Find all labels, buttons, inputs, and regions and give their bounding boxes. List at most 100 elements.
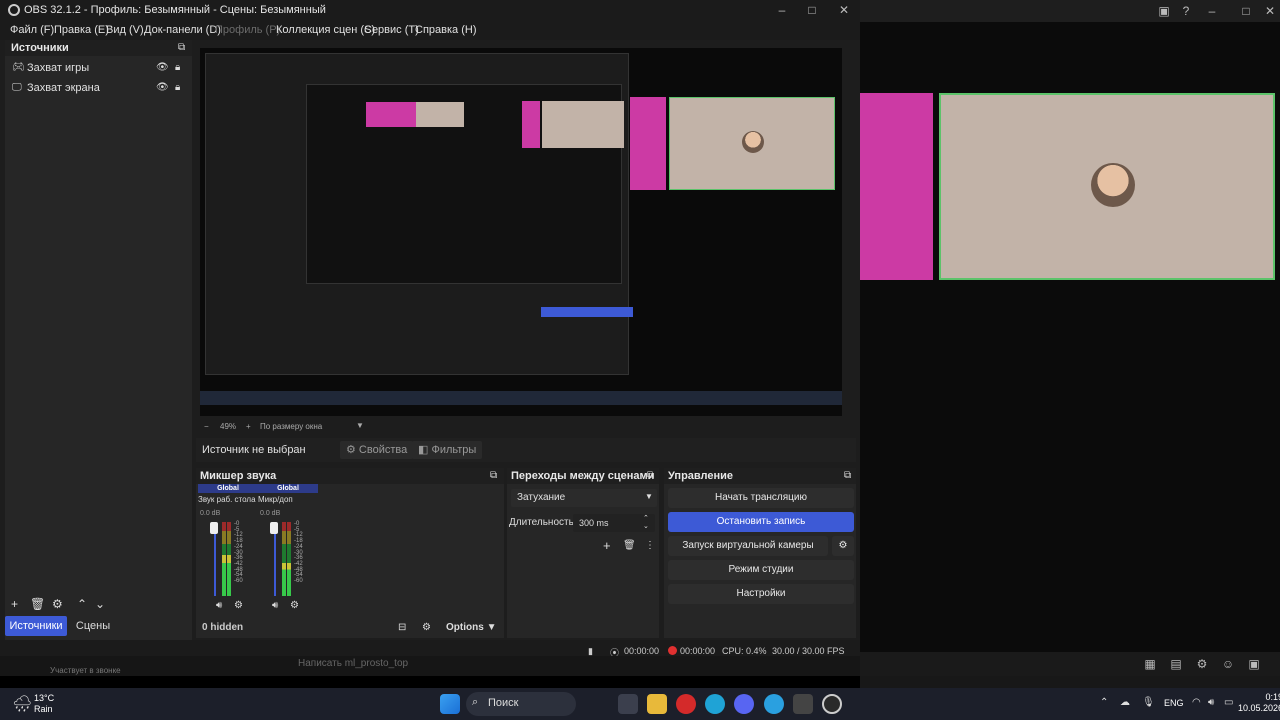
zoom-in-icon[interactable]: + [246,422,251,431]
taskbar-search[interactable]: ⌕ Поиск [466,692,576,716]
options-button[interactable]: Options ▼ [446,622,496,633]
layout-icon[interactable]: ⊟ [398,622,406,633]
close-icon[interactable]: ✕ [1262,3,1278,19]
undock-icon[interactable]: ⧉ [178,42,185,53]
lock-icon[interactable]: 🔒︎ [175,82,180,93]
mic-icon[interactable]: 🎙︎ [1142,697,1155,708]
audio-mixer-dock: Микшер звука ⧉ Global Звук раб. стола 0.… [196,468,504,638]
settings-button[interactable]: Настройки [668,584,854,604]
undock-icon[interactable]: ⧉ [844,470,851,481]
volume-icon[interactable]: 🔊︎ [1208,697,1214,708]
minimize-icon[interactable]: – [1204,3,1220,19]
more-icon[interactable]: ⋮ [645,540,655,551]
telegram-icon[interactable] [764,694,784,714]
discord-icon[interactable] [734,694,754,714]
menu-view[interactable]: Вид (V) [106,24,144,36]
tab-sources[interactable]: Источники [5,616,67,636]
properties-button[interactable]: ⚙ Свойства [340,441,414,459]
message-input[interactable]: Написать ml_prosto_top [298,658,408,669]
eye-icon[interactable]: 👁︎ [156,62,169,73]
gear-icon[interactable]: ⚙ [422,622,431,633]
gear-icon[interactable]: ⚙ [52,597,63,611]
app-menu-icon[interactable]: ▣ [1156,3,1172,19]
network-icon[interactable]: ☁ [1120,697,1130,708]
help-icon[interactable]: ? [1178,3,1194,19]
studio-mode-button[interactable]: Режим студии [668,560,854,580]
add-icon[interactable]: + [11,597,18,611]
maximize-icon[interactable]: □ [1238,3,1254,19]
tray-chevron-icon[interactable]: ⌃ [1100,697,1108,708]
menu-tools[interactable]: Сервис (T) [364,24,419,36]
lock-icon[interactable]: 🔒︎ [175,62,180,73]
filters-button[interactable]: ◧ Фильтры [412,441,483,459]
search-icon: ⌕ [472,696,479,708]
battery-icon[interactable]: ▭ [1224,697,1233,708]
stop-recording-button[interactable]: Остановить запись [668,512,854,532]
tab-scenes[interactable]: Сцены [73,616,113,636]
virtual-camera-settings-button[interactable]: ⚙ [832,536,854,556]
zoom-mode[interactable]: По размеру окна [260,422,322,431]
menu-help[interactable]: Справка (H) [415,24,476,36]
start-icon[interactable] [440,694,460,714]
gear-icon[interactable]: ⚙ [290,600,299,611]
nested-webcam [416,102,464,127]
menu-docks[interactable]: Док-панели (D) [144,24,221,36]
start-streaming-button[interactable]: Начать трансляцию [668,488,854,508]
task-view-icon[interactable] [618,694,638,714]
close-icon[interactable]: ✕ [836,2,852,18]
menu-file[interactable]: Файл (F) [10,24,54,36]
speaker-icon[interactable]: 🔊︎ [272,600,278,611]
more-icon[interactable]: ▣ [1246,656,1262,672]
move-down-icon[interactable]: ⌄ [95,597,105,611]
language-indicator[interactable]: ENG [1164,698,1184,708]
menu-profile[interactable]: Профиль (P) [215,24,280,36]
eye-icon[interactable]: 👁︎ [156,82,169,93]
stepper-up-icon[interactable]: ⌃ [643,514,649,522]
webcam-view [939,93,1275,280]
weather-widget[interactable]: 13°C Rain [34,693,54,715]
edge-icon[interactable] [705,694,725,714]
steam-icon[interactable] [793,694,813,714]
virtual-camera-button[interactable]: Запуск виртуальной камеры [668,536,828,556]
channel-name[interactable]: Звук раб. стола [198,495,256,504]
undock-icon[interactable]: ⧉ [647,470,654,481]
volume-fader-handle[interactable] [270,522,278,534]
undock-icon[interactable]: ⧉ [490,470,497,481]
wifi-icon[interactable]: ◠ [1192,697,1201,708]
duration-input[interactable]: 300 ms ⌃ ⌄ [573,514,655,532]
youtube-icon[interactable] [676,694,696,714]
add-icon[interactable]: + [603,538,611,553]
trash-icon[interactable]: 🗑︎ [623,540,636,551]
source-item-screen-capture[interactable]: 🖵︎ Захват экрана 👁︎ 🔒︎ [5,78,192,98]
maximize-icon[interactable]: □ [804,2,820,18]
projector-toolbar: ▦ ▤ ⚙ ☺ ▣ [860,652,1280,676]
volume-fader[interactable] [274,524,276,596]
menu-edit[interactable]: Правка (E) [54,24,109,36]
settings-icon[interactable]: ⚙ [1194,656,1210,672]
grid-icon[interactable]: ▦ [1142,656,1158,672]
file-explorer-icon[interactable] [647,694,667,714]
panel-icon[interactable]: ▤ [1168,656,1184,672]
preview-canvas[interactable] [200,48,842,416]
speaker-icon[interactable]: 🔊︎ [216,600,222,611]
nested-obs-screenshot [205,53,633,375]
clock[interactable]: 0:19 10.05.2026 [1238,692,1280,714]
sources-header: Источники ⧉ [5,40,192,56]
menu-bar: Файл (F) Правка (E) Вид (V) Док-панели (… [0,20,860,40]
zoom-out-icon[interactable]: − [204,422,209,431]
meter-fill [227,555,231,596]
volume-fader[interactable] [214,524,216,596]
move-up-icon[interactable]: ⌃ [77,597,87,611]
obs-icon[interactable] [822,694,842,714]
minimize-icon[interactable]: – [774,2,790,18]
trash-icon[interactable]: 🗑︎ [30,597,45,611]
volume-fader-handle[interactable] [210,522,218,534]
emoji-icon[interactable]: ☺ [1220,656,1236,672]
menu-scene-collection[interactable]: Коллекция сцен (S) [276,24,375,36]
stepper-down-icon[interactable]: ⌄ [643,522,649,530]
gear-icon[interactable]: ⚙ [234,600,243,611]
source-item-game-capture[interactable]: 🎮︎ Захват игры 👁︎ 🔒︎ [5,58,192,78]
chevron-down-icon[interactable]: ▼ [356,421,364,430]
transition-select[interactable]: Затухание ▼ [511,489,657,507]
channel-name[interactable]: Микр/доп [258,495,293,504]
